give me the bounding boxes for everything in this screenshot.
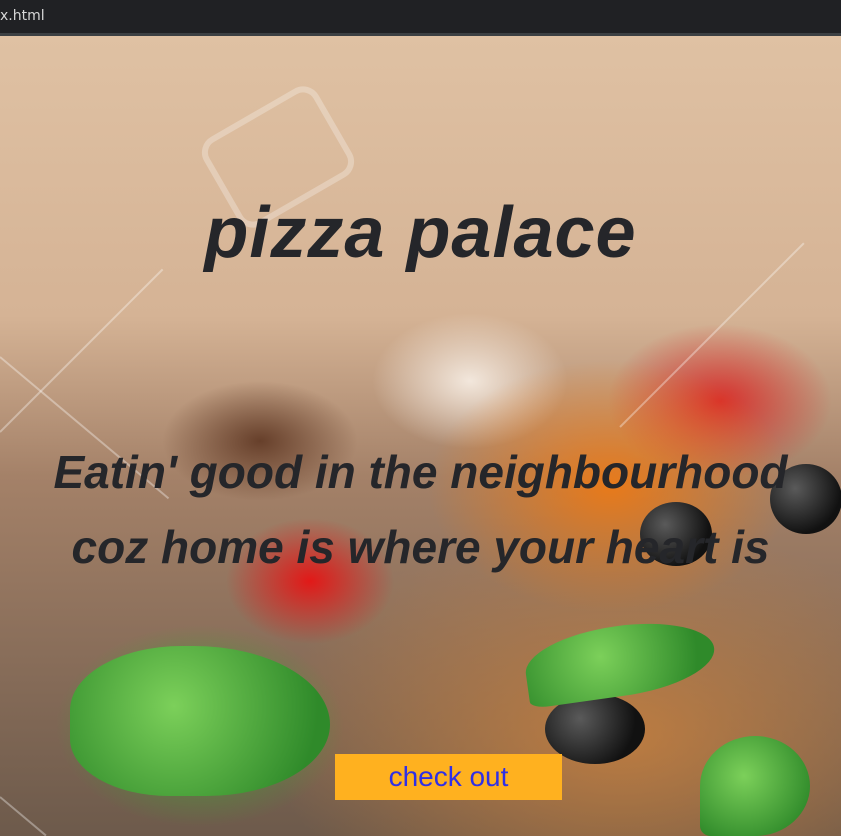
basil-decoration: [521, 613, 719, 709]
watermark-line: [0, 268, 164, 433]
tab-title[interactable]: x.html: [0, 8, 45, 24]
browser-tab-bar: x.html: [0, 0, 841, 36]
watermark-line: [0, 796, 47, 836]
check-out-button[interactable]: check out: [335, 754, 562, 800]
hero-background-image: [0, 36, 841, 836]
tagline-line-2: coz home is where your heart is: [71, 521, 770, 573]
basil-decoration: [700, 736, 810, 836]
page-title: pizza palace: [204, 193, 637, 273]
tagline-line-1: Eatin' good in the neighbourhood: [53, 446, 788, 498]
basil-decoration: [70, 646, 330, 796]
